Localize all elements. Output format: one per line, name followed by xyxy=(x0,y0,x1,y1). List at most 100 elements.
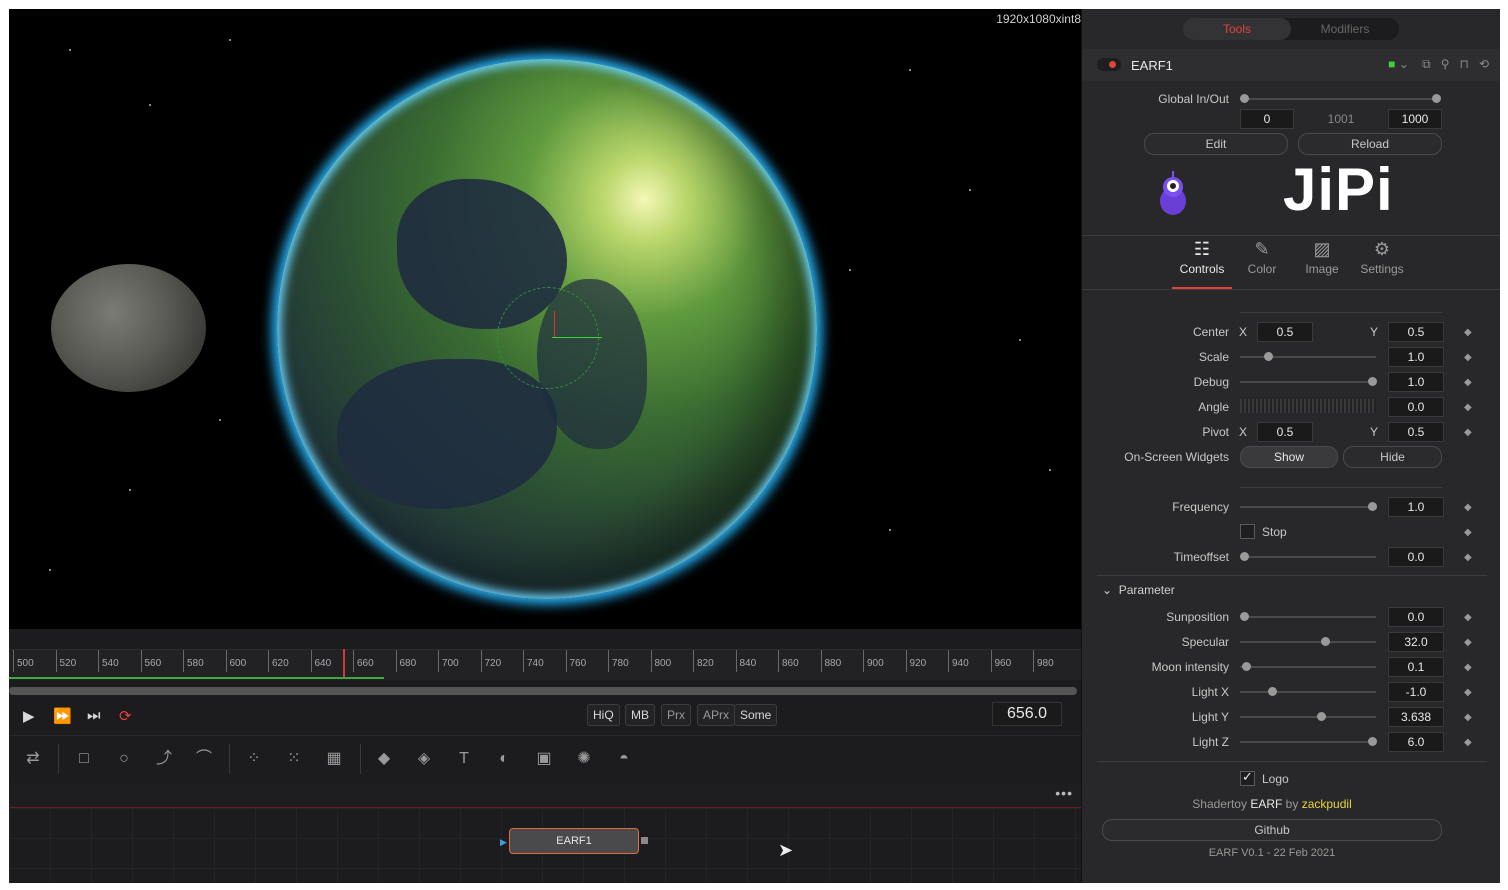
credit-author-link[interactable]: zackpudil xyxy=(1302,797,1352,811)
loop-icon[interactable]: ⟳ xyxy=(119,707,132,725)
version-icon[interactable]: ⧉ xyxy=(1422,57,1431,71)
global-in-field[interactable]: 0 xyxy=(1240,109,1294,129)
keyframe-icon[interactable]: ◆ xyxy=(1464,402,1472,413)
center-y-field[interactable]: 0.5 xyxy=(1388,322,1444,342)
node-editor[interactable]: ▶ EARF1 ➤ xyxy=(9,808,1081,883)
reset-icon[interactable]: ⟲ xyxy=(1479,57,1489,71)
node-output-port[interactable] xyxy=(641,837,648,844)
background-tool-icon[interactable]: ⇄ xyxy=(20,748,46,770)
debug-field[interactable]: 1.0 xyxy=(1388,372,1444,392)
keyframe-icon[interactable]: ◆ xyxy=(1464,427,1472,438)
tab-modifiers[interactable]: Modifiers xyxy=(1291,18,1399,40)
imageplane3d-icon[interactable]: ▣ xyxy=(531,748,557,770)
prx-button[interactable]: Prx xyxy=(661,704,691,726)
text3d-icon[interactable]: T xyxy=(451,748,477,770)
center-x-field[interactable]: 0.5 xyxy=(1257,322,1313,342)
particle-emitter-icon[interactable]: ⁘ xyxy=(241,748,267,770)
keyframe-icon[interactable]: ◆ xyxy=(1464,527,1472,538)
frequency-field[interactable]: 1.0 xyxy=(1388,497,1444,517)
keyframe-icon[interactable]: ◆ xyxy=(1464,637,1472,648)
global-out-field[interactable]: 1000 xyxy=(1388,109,1442,129)
pivot-y-field[interactable]: 0.5 xyxy=(1388,422,1444,442)
edit-button[interactable]: Edit xyxy=(1144,133,1288,155)
light-y-slider[interactable] xyxy=(1240,712,1376,721)
viewer[interactable]: 1920x1080xint8 xyxy=(9,9,1081,629)
light-x-slider[interactable] xyxy=(1240,687,1376,696)
keyframe-icon[interactable]: ◆ xyxy=(1464,502,1472,513)
pin-icon[interactable]: ⚲ xyxy=(1441,57,1450,71)
logo-checkbox[interactable] xyxy=(1240,769,1255,786)
timeoffset-slider[interactable] xyxy=(1240,552,1376,561)
show-widgets-button[interactable]: Show xyxy=(1240,446,1338,468)
frequency-slider[interactable] xyxy=(1240,502,1377,511)
hide-widgets-button[interactable]: Hide xyxy=(1343,446,1442,468)
moon-intensity-field[interactable]: 0.1 xyxy=(1388,657,1444,677)
tab-color[interactable]: ✎ Color xyxy=(1232,239,1292,276)
tab-controls[interactable]: ☷ Controls xyxy=(1172,239,1232,276)
tab-image[interactable]: ▨ Image xyxy=(1292,239,1352,276)
record-toggle[interactable] xyxy=(1097,58,1121,71)
keyframe-icon[interactable]: ◆ xyxy=(1464,377,1472,388)
light-z-slider[interactable] xyxy=(1240,737,1377,746)
spotlight-icon[interactable]: ✺ xyxy=(571,748,597,770)
debug-slider[interactable] xyxy=(1240,377,1377,386)
color-swatch-icon[interactable]: ■ xyxy=(1388,57,1395,71)
particle-render-icon[interactable]: ⁙ xyxy=(281,748,307,770)
sunposition-slider[interactable] xyxy=(1240,612,1376,621)
light-x-field[interactable]: -1.0 xyxy=(1388,682,1444,702)
scale-field[interactable]: 1.0 xyxy=(1388,347,1444,367)
keyframe-icon[interactable]: ◆ xyxy=(1464,327,1472,338)
scale-slider[interactable] xyxy=(1240,352,1376,361)
keyframe-icon[interactable]: ◆ xyxy=(1464,612,1472,623)
timeline-ruler[interactable]: 500 520 540 560 580 600 620 640 660 680 700 720 740 7… xyxy=(9,649,1081,680)
bspline-mask-icon[interactable]: ⌒ xyxy=(191,748,217,770)
playhead[interactable] xyxy=(343,649,345,679)
github-button[interactable]: Github xyxy=(1102,819,1442,841)
moon-intensity-slider[interactable] xyxy=(1240,662,1376,671)
timeline-scrollbar[interactable] xyxy=(9,687,1077,695)
polygon-mask-icon[interactable]: ⤴ xyxy=(151,748,177,770)
sunposition-field[interactable]: 0.0 xyxy=(1388,607,1444,627)
light-y-field[interactable]: 3.638 xyxy=(1388,707,1444,727)
keyframe-icon[interactable]: ◆ xyxy=(1464,712,1472,723)
global-length: 1001 xyxy=(1327,112,1355,126)
keyframe-icon[interactable]: ◆ xyxy=(1464,687,1472,698)
ellipse-mask-icon[interactable]: ○ xyxy=(111,748,137,770)
stop-checkbox[interactable] xyxy=(1240,524,1255,539)
specular-field[interactable]: 32.0 xyxy=(1388,632,1444,652)
tab-settings[interactable]: ⚙ Settings xyxy=(1352,239,1412,276)
rectangle-mask-icon[interactable]: □ xyxy=(71,748,97,770)
mb-button[interactable]: MB xyxy=(625,704,655,726)
particle-style-icon[interactable]: ▦ xyxy=(321,748,347,770)
lock-icon[interactable]: ⊓ xyxy=(1460,57,1469,71)
aprx-button[interactable]: APrx xyxy=(697,704,736,726)
pivot-x-field[interactable]: 0.5 xyxy=(1257,422,1313,442)
node-input-icon[interactable]: ▶ xyxy=(500,837,507,848)
fast-forward-icon[interactable]: ⏩ xyxy=(53,707,72,725)
global-inout-slider[interactable] xyxy=(1240,94,1441,103)
hiq-button[interactable]: HiQ xyxy=(587,704,620,726)
shape3d-icon[interactable]: ◆ xyxy=(371,748,397,770)
light-z-field[interactable]: 6.0 xyxy=(1388,732,1444,752)
more-options-icon[interactable]: ••• xyxy=(1055,785,1073,801)
scale-label: Scale xyxy=(1198,350,1229,364)
keyframe-icon[interactable]: ◆ xyxy=(1464,662,1472,673)
node-earf1[interactable]: EARF1 xyxy=(509,828,639,854)
timeoffset-field[interactable]: 0.0 xyxy=(1388,547,1444,567)
specular-slider[interactable] xyxy=(1240,637,1376,646)
play-icon[interactable]: ▶ xyxy=(23,707,35,725)
skip-end-icon[interactable]: ⏭ xyxy=(87,707,101,724)
keyframe-icon[interactable]: ◆ xyxy=(1464,352,1472,363)
tab-tools[interactable]: Tools xyxy=(1183,18,1291,40)
angle-field[interactable]: 0.0 xyxy=(1388,397,1444,417)
merge3d-icon[interactable]: ◈ xyxy=(411,748,437,770)
camera3d-icon[interactable]: ◓ xyxy=(611,748,637,770)
renderer3d-icon[interactable]: ◐ xyxy=(491,748,517,770)
reload-button[interactable]: Reload xyxy=(1298,133,1442,155)
current-frame-field[interactable]: 656.0 xyxy=(992,702,1062,726)
keyframe-icon[interactable]: ◆ xyxy=(1464,552,1472,563)
keyframe-icon[interactable]: ◆ xyxy=(1464,737,1472,748)
some-button[interactable]: Some xyxy=(734,704,778,726)
parameter-section-header[interactable]: ⌄ Parameter xyxy=(1102,583,1175,597)
angle-thumbwheel[interactable] xyxy=(1240,399,1376,413)
